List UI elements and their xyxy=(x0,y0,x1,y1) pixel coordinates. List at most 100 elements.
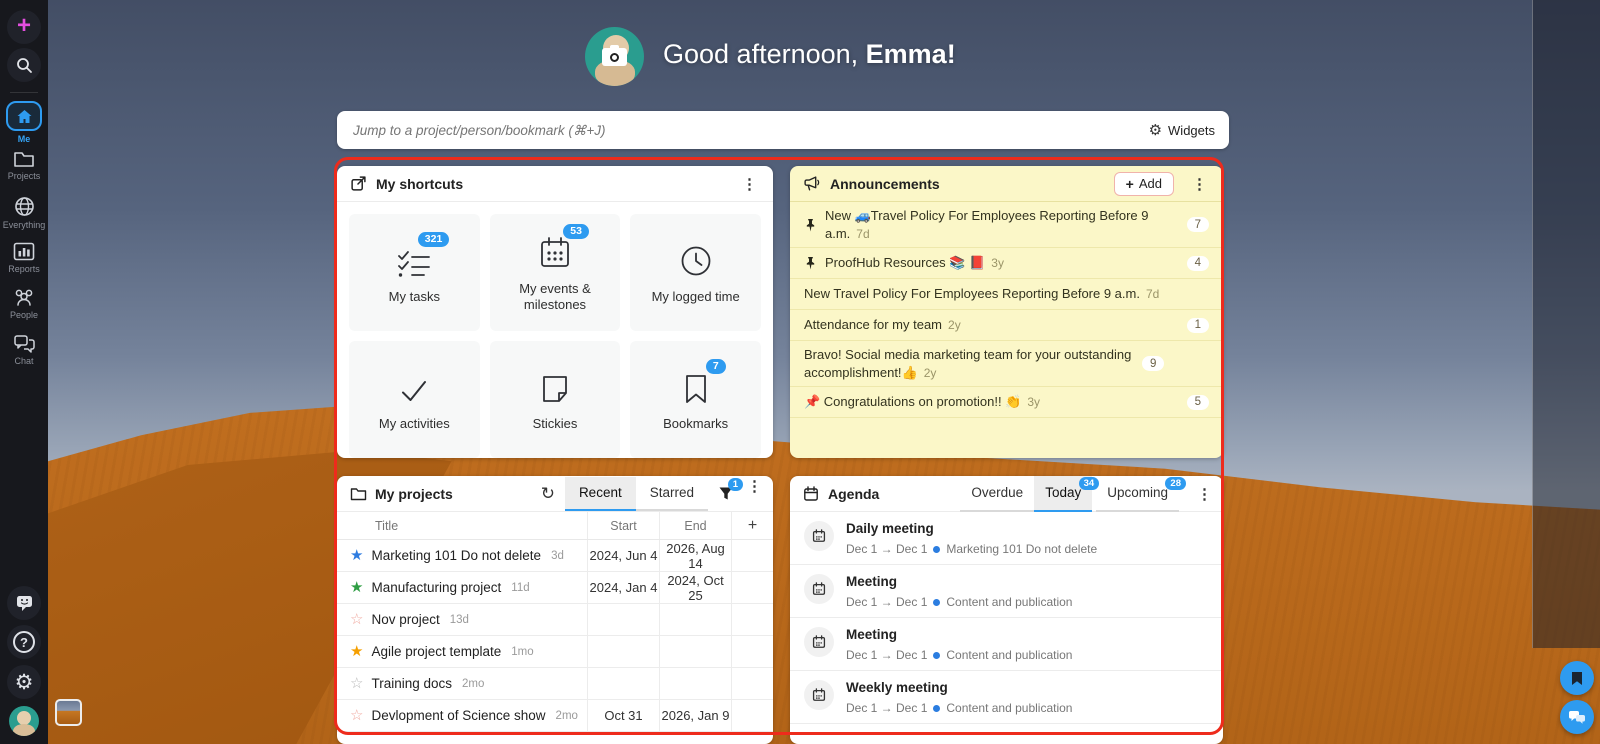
event-title: Meeting xyxy=(846,627,898,642)
agenda-row[interactable]: Meeting Dec 1 → Dec 1 Content and publica… xyxy=(790,618,1223,671)
add-label: Add xyxy=(1138,176,1162,191)
filter-button[interactable]: 1 xyxy=(718,478,743,501)
sidebar-item-label: Everything xyxy=(2,220,46,230)
more-options-icon[interactable]: ⋮ xyxy=(1189,175,1210,193)
feedback-button[interactable] xyxy=(0,586,48,620)
plus-icon: + xyxy=(16,12,31,39)
add-announcement-button[interactable]: + Add xyxy=(1113,171,1174,196)
tab-upcoming[interactable]: Upcoming 28 xyxy=(1096,476,1186,512)
event-range: Dec 1 → Dec 1 xyxy=(846,595,928,609)
announcement-row[interactable]: Bravo! Social media marketing team for y… xyxy=(790,341,1223,388)
tab-overdue[interactable]: Overdue xyxy=(960,476,1035,512)
camera-icon xyxy=(602,45,627,66)
star-icon[interactable] xyxy=(350,708,363,723)
project-start xyxy=(587,636,659,667)
floating-chat-button[interactable] xyxy=(1560,700,1594,734)
add-column-button[interactable]: + xyxy=(731,512,773,539)
panel-title: Announcements xyxy=(830,175,940,192)
project-age: 11d xyxy=(511,581,530,594)
gear-icon: ⚙ xyxy=(1148,121,1163,139)
announcement-title: New 🚙Travel Policy For Employees Reporti… xyxy=(825,208,1149,241)
plus-icon: + xyxy=(1125,175,1134,192)
events-count-badge: 53 xyxy=(563,223,589,239)
right-widget-strip xyxy=(1532,0,1600,648)
settings-button[interactable]: ⚙ xyxy=(0,665,48,699)
column-end: End xyxy=(659,512,731,539)
project-row[interactable]: Marketing 101 Do not delete 3d 2024, Jun … xyxy=(337,540,773,572)
shortcut-bookmarks[interactable]: 7 Bookmarks xyxy=(630,341,761,458)
event-calendar-icon xyxy=(812,582,826,595)
sidebar-item-chat[interactable]: Chat xyxy=(0,334,48,366)
chat-icon xyxy=(1569,710,1585,724)
more-options-icon[interactable]: ⋮ xyxy=(1194,485,1215,503)
desktop-image-thumbnail[interactable] xyxy=(55,699,82,726)
sidebar-item-label: People xyxy=(9,310,39,320)
bar-chart-icon xyxy=(13,242,35,261)
agenda-row[interactable]: Daily meeting Dec 1 → Dec 1 Marketing 101… xyxy=(790,512,1223,565)
star-icon[interactable] xyxy=(350,580,363,595)
shortcut-my-tasks[interactable]: 321 My tasks xyxy=(349,214,480,331)
jump-search-input[interactable] xyxy=(337,122,1135,138)
shortcut-my-activities[interactable]: My activities xyxy=(349,341,480,458)
announcement-row[interactable]: Attendance for my team 2y 1 xyxy=(790,310,1223,342)
agenda-row[interactable]: Weekly meeting Dec 1 → Dec 1 Content and … xyxy=(790,671,1223,724)
announcement-row[interactable]: ProofHub Resources 📚 📕 3y 4 xyxy=(790,248,1223,280)
project-end: 2026, Jan 9 xyxy=(659,700,731,731)
project-end xyxy=(659,604,731,635)
profile-avatar-button[interactable] xyxy=(0,706,48,736)
tab-starred[interactable]: Starred xyxy=(635,477,708,511)
project-row[interactable]: Manufacturing project 11d 2024, Jan 4 202… xyxy=(337,572,773,604)
search-button[interactable] xyxy=(0,48,48,82)
shortcut-my-events-milestones[interactable]: 53 My events & milestones xyxy=(489,214,621,331)
tab-recent[interactable]: Recent xyxy=(564,476,636,511)
tile-label: Stickies xyxy=(532,415,578,431)
more-options-icon[interactable]: ⋮ xyxy=(744,477,765,511)
project-row[interactable]: Nov project 13d xyxy=(337,604,773,636)
comment-count-badge: 5 xyxy=(1186,394,1209,410)
project-row[interactable]: Devlopment of Science show 2mo Oct 31 202… xyxy=(337,700,773,732)
sidebar-item-label: Me xyxy=(17,134,31,144)
sidebar-item-people[interactable]: People xyxy=(0,288,48,320)
tile-label: Bookmarks xyxy=(663,415,729,431)
floating-bookmark-button[interactable] xyxy=(1560,661,1594,695)
tab-today[interactable]: Today 34 xyxy=(1034,476,1100,512)
star-icon[interactable] xyxy=(350,548,363,563)
shortcut-stickies[interactable]: Stickies xyxy=(489,341,621,458)
event-range: Dec 1 → Dec 1 xyxy=(846,648,928,662)
star-icon[interactable] xyxy=(350,644,363,659)
sidebar-item-projects[interactable]: Projects xyxy=(0,150,48,181)
refresh-icon[interactable]: ↻ xyxy=(541,484,555,504)
home-icon xyxy=(17,109,31,123)
project-row[interactable]: Training docs 2mo xyxy=(337,668,773,700)
project-row[interactable]: Agile project template 1mo xyxy=(337,636,773,668)
upcoming-count-badge: 28 xyxy=(1165,476,1186,490)
announcement-row[interactable]: New 🚙Travel Policy For Employees Reporti… xyxy=(790,202,1223,249)
star-icon[interactable] xyxy=(350,676,363,691)
project-title: Devlopment of Science show xyxy=(371,708,546,723)
shortcut-tiles: 321 My tasks 53 My events & milestones M… xyxy=(337,202,773,458)
comment-count-badge: 1 xyxy=(1186,317,1209,333)
star-icon[interactable] xyxy=(350,612,363,627)
help-button[interactable]: ? xyxy=(0,625,48,659)
sidebar-item-me[interactable]: Me xyxy=(0,101,48,144)
sidebar-item-everything[interactable]: Everything xyxy=(0,196,48,230)
shortcut-my-logged-time[interactable]: My logged time xyxy=(630,214,761,331)
my-shortcuts-panel: My shortcuts ⋮ 321 My tasks 53 My events… xyxy=(337,166,773,458)
announcement-row[interactable]: 📌 Congratulations on promotion!! 👏 3y 5 xyxy=(790,387,1223,419)
clock-icon xyxy=(681,246,711,276)
profile-photo-avatar[interactable] xyxy=(585,27,644,86)
widgets-button[interactable]: ⚙ Widgets xyxy=(1135,111,1229,149)
pin-icon xyxy=(804,218,817,232)
event-calendar-icon xyxy=(812,688,826,701)
help-icon: ? xyxy=(13,631,35,653)
search-icon xyxy=(17,58,32,73)
event-calendar-icon xyxy=(812,635,826,648)
project-age: 13d xyxy=(449,613,469,626)
announcement-row[interactable]: New Travel Policy For Employees Reportin… xyxy=(790,279,1223,311)
add-button[interactable]: + xyxy=(0,10,48,44)
agenda-row[interactable]: Meeting Dec 1 → Dec 1 Content and publica… xyxy=(790,565,1223,618)
pin-icon xyxy=(804,256,817,270)
sidebar-item-reports[interactable]: Reports xyxy=(0,242,48,274)
more-options-icon[interactable]: ⋮ xyxy=(739,175,760,193)
sidebar-item-label: Projects xyxy=(7,171,41,181)
